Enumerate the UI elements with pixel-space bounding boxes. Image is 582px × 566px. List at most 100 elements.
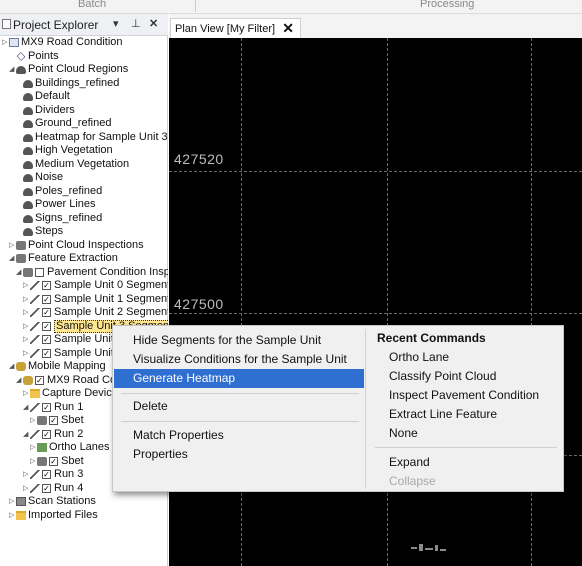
segment-icon bbox=[30, 348, 40, 358]
grid-line-horizontal bbox=[169, 171, 582, 172]
tree-item[interactable]: ▷ MX9 Road Condition bbox=[0, 36, 168, 50]
tree-item-label: Ground_refined bbox=[35, 117, 112, 129]
tree-item[interactable]: ◢ Pavement Condition Insp bbox=[0, 266, 168, 280]
expand-arrow-icon[interactable]: ▷ bbox=[9, 495, 15, 509]
menu-item-hide-segments[interactable]: Hide Segments for the Sample Unit bbox=[114, 331, 364, 350]
collapse-arrow-icon[interactable]: ◢ bbox=[9, 360, 15, 374]
menu-item-collapse: Collapse bbox=[389, 474, 436, 488]
tree-item[interactable]: ◢ Feature Extraction bbox=[0, 252, 168, 266]
tree-item[interactable]: Noise bbox=[0, 171, 168, 185]
collapse-arrow-icon[interactable]: ◢ bbox=[23, 401, 29, 415]
context-menu: Hide Segments for the Sample Unit Visual… bbox=[112, 325, 564, 492]
expand-arrow-icon[interactable]: ▷ bbox=[23, 468, 29, 482]
tree-item[interactable]: ▷ ✓ Sample Unit 2 Segments bbox=[0, 306, 168, 320]
menu-item-match-properties[interactable]: Match Properties bbox=[114, 426, 364, 445]
tab-plan-view[interactable]: Plan View [My Filter] ✕ bbox=[170, 18, 301, 38]
tree-item[interactable]: Steps bbox=[0, 225, 168, 239]
visibility-checkbox[interactable]: ✓ bbox=[35, 375, 44, 385]
tree-item[interactable]: ▷ Imported Files bbox=[0, 509, 168, 523]
tree-item[interactable]: Buildings_refined bbox=[0, 77, 168, 91]
visibility-checkbox[interactable]: ✓ bbox=[42, 470, 51, 479]
tree-item[interactable]: ▷ Scan Stations bbox=[0, 495, 168, 509]
coordinate-label: 427500 bbox=[174, 296, 224, 312]
expand-arrow-icon[interactable]: ▷ bbox=[23, 320, 29, 334]
expand-arrow-icon[interactable]: ▷ bbox=[30, 441, 36, 455]
tree-item[interactable]: Points bbox=[0, 50, 168, 64]
visibility-checkbox[interactable]: ✓ bbox=[42, 281, 51, 290]
visibility-checkbox[interactable]: ✓ bbox=[42, 321, 51, 331]
tree-item-label: Point Cloud Inspections bbox=[28, 238, 144, 251]
tab-close-icon[interactable]: ✕ bbox=[282, 20, 294, 37]
recent-item-extract-line-feature[interactable]: Extract Line Feature bbox=[369, 405, 563, 424]
visibility-checkbox[interactable]: ✓ bbox=[49, 456, 58, 466]
tree-item[interactable]: Power Lines bbox=[0, 198, 168, 212]
tree-item[interactable]: Poles_refined bbox=[0, 185, 168, 199]
panel-pin-icon[interactable]: ⊥ bbox=[131, 17, 141, 30]
expand-arrow-icon[interactable]: ▷ bbox=[23, 482, 29, 496]
visibility-checkbox[interactable]: ✓ bbox=[42, 402, 51, 412]
ribbon-group-processing[interactable]: Processing bbox=[420, 0, 474, 10]
visibility-checkbox[interactable]: ✓ bbox=[42, 294, 51, 304]
recent-item-ortho-lane[interactable]: Ortho Lane bbox=[369, 348, 563, 367]
cloud-icon bbox=[23, 120, 33, 128]
tree-item[interactable]: ◢ Point Cloud Regions bbox=[0, 63, 168, 77]
tree-item[interactable]: ▷ ✓ Sample Unit 0 Segments bbox=[0, 279, 168, 293]
tree-item-label: Imported Files bbox=[28, 508, 98, 521]
visibility-checkbox[interactable]: ✓ bbox=[42, 335, 51, 344]
menu-item-generate-heatmap[interactable]: Generate Heatmap bbox=[114, 369, 364, 388]
run-icon bbox=[30, 470, 40, 479]
tree-item-label: Sample Unit bbox=[54, 333, 114, 345]
expand-arrow-icon[interactable]: ▷ bbox=[23, 293, 29, 307]
tree-item[interactable]: Default bbox=[0, 90, 168, 104]
visibility-checkbox[interactable]: ✓ bbox=[42, 483, 51, 493]
collapse-arrow-icon[interactable]: ◢ bbox=[23, 428, 29, 442]
recent-item-classify-point-cloud[interactable]: Classify Point Cloud bbox=[369, 367, 563, 386]
visibility-checkbox[interactable]: ✓ bbox=[42, 348, 51, 358]
tree-item[interactable]: High Vegetation bbox=[0, 144, 168, 158]
tree-item[interactable]: Signs_refined bbox=[0, 212, 168, 226]
recent-item-inspect-pavement[interactable]: Inspect Pavement Condition bbox=[369, 386, 563, 405]
collapse-arrow-icon[interactable]: ◢ bbox=[9, 63, 15, 77]
tree-item-label: Run 3 bbox=[54, 468, 84, 480]
tree-item[interactable]: Dividers bbox=[0, 104, 168, 118]
tree-item[interactable]: ▷ Point Cloud Inspections bbox=[0, 239, 168, 253]
menu-item-visualize-conditions[interactable]: Visualize Conditions for the Sample Unit bbox=[114, 350, 364, 369]
tree-item[interactable]: Ground_refined bbox=[0, 117, 168, 131]
tree-item-label: Steps bbox=[35, 225, 64, 237]
collapse-arrow-icon[interactable]: ◢ bbox=[16, 374, 22, 388]
panel-close-icon[interactable]: ✕ bbox=[149, 17, 158, 30]
visibility-checkbox[interactable] bbox=[35, 267, 44, 277]
ribbon-strip: Batch Processing bbox=[0, 0, 582, 14]
run-icon bbox=[30, 402, 40, 412]
expand-arrow-icon[interactable]: ▷ bbox=[30, 414, 36, 428]
visibility-checkbox[interactable]: ✓ bbox=[42, 429, 51, 439]
cloud-icon bbox=[23, 93, 33, 101]
visibility-checkbox[interactable]: ✓ bbox=[42, 308, 51, 317]
ribbon-group-batch[interactable]: Batch bbox=[78, 0, 106, 10]
expand-arrow-icon[interactable]: ▷ bbox=[23, 333, 29, 347]
menu-item-properties[interactable]: Properties bbox=[114, 445, 364, 464]
tree-item[interactable]: Heatmap for Sample Unit 3 bbox=[0, 131, 168, 145]
collapse-arrow-icon[interactable]: ◢ bbox=[9, 252, 15, 266]
menu-item-delete[interactable]: Delete bbox=[114, 397, 364, 416]
tree-item-label: Pavement Condition Insp bbox=[47, 265, 168, 278]
expand-arrow-icon[interactable]: ▷ bbox=[23, 387, 29, 401]
expand-arrow-icon[interactable]: ▷ bbox=[23, 306, 29, 320]
expand-arrow-icon[interactable]: ▷ bbox=[2, 36, 8, 50]
expand-arrow-icon[interactable]: ▷ bbox=[23, 279, 29, 293]
visibility-checkbox[interactable]: ✓ bbox=[49, 416, 58, 425]
expand-arrow-icon[interactable]: ▷ bbox=[9, 239, 15, 253]
point-icon bbox=[16, 51, 26, 61]
collapse-arrow-icon[interactable]: ◢ bbox=[16, 266, 22, 280]
panel-options-dropdown-icon[interactable]: ▾ bbox=[113, 17, 119, 30]
menu-item-expand[interactable]: Expand bbox=[369, 453, 563, 472]
tree-item[interactable]: ▷ ✓ Sample Unit 1 Segments bbox=[0, 293, 168, 307]
tree-item[interactable]: Medium Vegetation bbox=[0, 158, 168, 172]
expand-arrow-icon[interactable]: ▷ bbox=[30, 455, 36, 469]
tree-item-label: Buildings_refined bbox=[35, 76, 120, 89]
recent-item-none[interactable]: None bbox=[369, 424, 563, 443]
expand-arrow-icon[interactable]: ▷ bbox=[23, 347, 29, 361]
tree-item-label: Point Cloud Regions bbox=[28, 63, 129, 75]
expand-arrow-icon[interactable]: ▷ bbox=[9, 509, 15, 523]
tree-item-label: Sample Unit bbox=[54, 346, 114, 359]
